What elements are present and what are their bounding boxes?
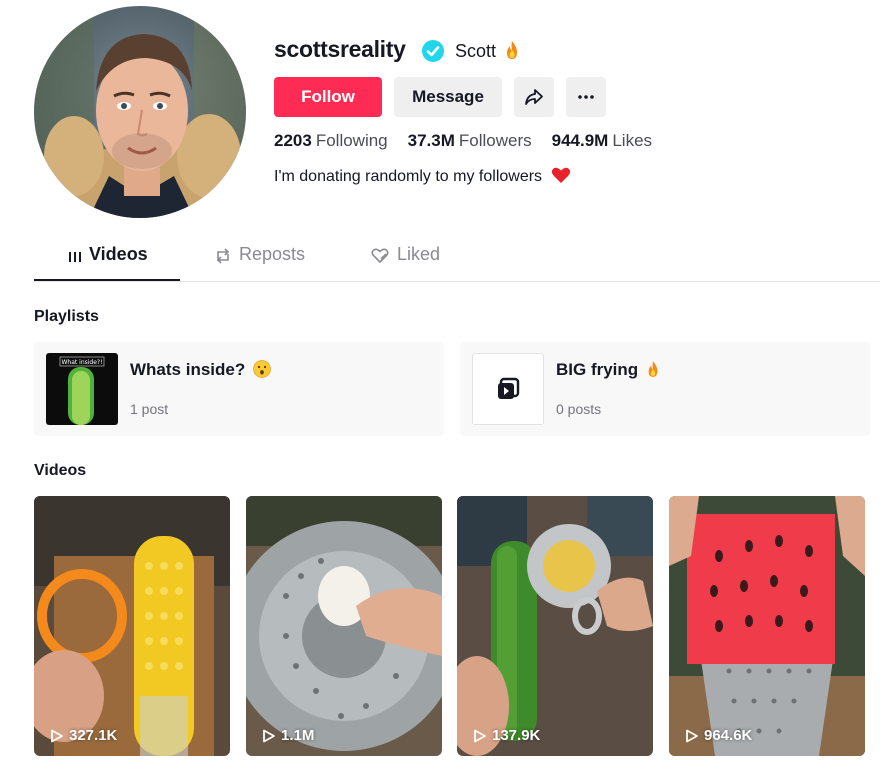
tab-reposts[interactable]: Reposts xyxy=(214,244,305,281)
liked-heart-icon xyxy=(371,248,389,264)
playlist-thumbnail-placeholder xyxy=(472,353,544,425)
play-icon xyxy=(263,729,275,742)
play-icon xyxy=(474,729,486,742)
playlist-stack-icon xyxy=(498,377,520,399)
playlist-thumbnail: What inside?! xyxy=(46,353,118,425)
profile-username: scottsreality xyxy=(274,36,406,62)
red-heart-icon xyxy=(551,166,571,189)
profile-bio: I'm donating randomly to my followers xyxy=(274,166,571,189)
video-card[interactable]: 137.9K xyxy=(457,496,653,756)
profile-stats: 2203 Following 37.3M Followers 944.9M Likes xyxy=(274,131,652,151)
video-thumbnail xyxy=(34,496,230,756)
videos-heading: Videos xyxy=(34,462,87,479)
stat-followers[interactable]: 37.3M Followers xyxy=(408,131,532,151)
profile-avatar[interactable] xyxy=(34,6,246,218)
stat-likes: 944.9M Likes xyxy=(551,131,653,150)
follow-button[interactable]: Follow xyxy=(274,77,382,117)
message-button[interactable]: Message xyxy=(394,77,502,117)
tab-liked[interactable]: Liked xyxy=(370,244,440,281)
flame-emoji-icon xyxy=(646,360,660,383)
verified-badge-icon xyxy=(422,40,444,62)
view-count: 964.6K xyxy=(685,727,752,744)
view-count: 327.1K xyxy=(50,727,117,744)
tab-videos[interactable]: Videos xyxy=(68,244,148,281)
stat-following[interactable]: 2203 Following xyxy=(274,131,388,151)
view-count: 1.1M xyxy=(262,727,314,744)
playlist-post-count: 1 post xyxy=(130,401,169,417)
active-tab-indicator xyxy=(34,279,180,281)
display-name-text: Scott xyxy=(455,41,497,61)
thumb-caption: What inside?! xyxy=(61,359,102,366)
hushed-face-emoji-icon xyxy=(253,360,271,383)
grid-icon xyxy=(69,252,81,262)
play-icon xyxy=(686,729,698,742)
playlist-card[interactable]: BIG frying 0 posts xyxy=(460,342,870,436)
repost-icon xyxy=(216,248,230,264)
view-count: 137.9K xyxy=(473,727,540,744)
video-card[interactable]: 327.1K xyxy=(34,496,230,756)
video-card[interactable]: 964.6K xyxy=(669,496,865,756)
playlist-post-count: 0 posts xyxy=(556,401,602,417)
video-thumbnail xyxy=(457,496,653,756)
video-card[interactable]: 1.1M xyxy=(246,496,442,756)
video-thumbnail xyxy=(246,496,442,756)
play-icon xyxy=(51,729,63,742)
more-dots-icon xyxy=(578,95,594,99)
share-arrow-icon xyxy=(525,89,543,105)
more-options-button[interactable] xyxy=(566,77,606,117)
playlist-name: BIG frying xyxy=(556,360,660,383)
playlist-card[interactable]: What inside?! Whats inside? 1 post xyxy=(34,342,444,436)
profile-display-name: Scott xyxy=(455,40,520,65)
video-thumbnail xyxy=(669,496,865,756)
bio-text: I'm donating randomly to my followers xyxy=(274,168,543,185)
playlists-heading: Playlists xyxy=(34,308,99,325)
playlist-name: Whats inside? xyxy=(130,360,271,383)
profile-tabs: Videos Reposts Liked xyxy=(34,244,880,282)
flame-emoji-icon xyxy=(504,40,520,65)
share-button[interactable] xyxy=(514,77,554,117)
